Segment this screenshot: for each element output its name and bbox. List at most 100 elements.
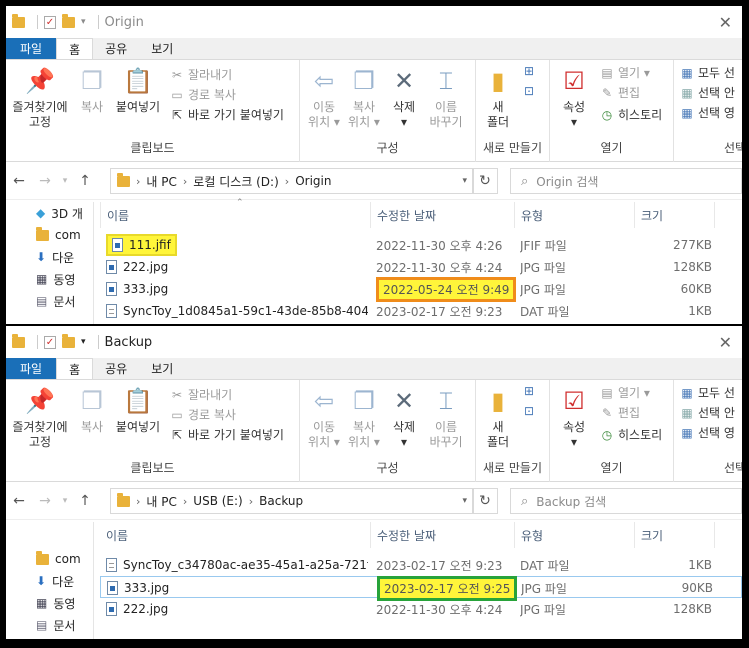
tab-home[interactable]: 홈 (56, 358, 94, 379)
tab-share[interactable]: 공유 (93, 358, 139, 379)
move-to-button[interactable]: ⇦ 이동 위치 ▾ (306, 66, 342, 130)
rename-button[interactable]: ⌶ 이름 바꾸기 (426, 386, 466, 450)
breadcrumb-item[interactable]: USB (E:) (193, 494, 242, 508)
paste-shortcut-button[interactable]: ⇱ 바로 가기 붙여넣기 (170, 426, 284, 443)
nav-item-videos[interactable]: ▦ 동영 (6, 592, 93, 614)
nav-item-user-folder[interactable]: com (6, 224, 93, 246)
new-item-button[interactable]: ⊞ (522, 64, 536, 78)
address-dropdown-icon[interactable]: ▾ (462, 496, 467, 506)
paste-button[interactable]: 📋 붙여넣기 (112, 66, 164, 115)
properties-button[interactable]: ☑ 속성 ▾ (556, 66, 592, 130)
address-bar[interactable]: › 내 PC › USB (E:) › Backup ▾ (110, 488, 474, 514)
new-folder-icon[interactable] (62, 333, 75, 348)
tab-file[interactable]: 파일 (6, 38, 57, 59)
easy-access-button[interactable]: ⊡ (522, 84, 536, 98)
file-row[interactable]: 222.jpg 2022-11-30 오후 4:24 JPG 파일 128KB (100, 256, 742, 278)
cut-button[interactable]: ✂ 잘라내기 (170, 386, 232, 403)
rename-button[interactable]: ⌶ 이름 바꾸기 (426, 66, 466, 130)
copy-button[interactable]: ❐ 복사 (74, 66, 110, 115)
breadcrumb-item[interactable]: Origin (295, 174, 331, 188)
file-row[interactable]: 222.jpg 2022-11-30 오후 4:24 JPG 파일 128KB (100, 598, 742, 620)
nav-item-user-folder[interactable]: com (6, 548, 93, 570)
nav-item-videos[interactable]: ▦ 동영 (6, 268, 93, 290)
column-header-date[interactable]: 수정한 날짜 (370, 522, 514, 548)
column-header-size[interactable]: 크기 (634, 202, 714, 228)
history-button[interactable]: ◷ 히스토리 (600, 106, 662, 123)
close-icon[interactable]: ✕ (719, 13, 732, 32)
search-input[interactable]: ⌕ Origin 검색 (510, 168, 742, 194)
forward-arrow-icon[interactable]: → (32, 173, 58, 189)
nav-item-desktop[interactable]: ▬바탕 (6, 636, 93, 639)
breadcrumb-item[interactable]: 내 PC (146, 493, 176, 510)
tab-share[interactable]: 공유 (93, 38, 139, 59)
search-input[interactable]: ⌕ Backup 검색 (510, 488, 742, 514)
pin-button[interactable]: 📌 즐겨찾기에 고정 (8, 386, 72, 450)
address-bar[interactable]: › 내 PC › 로컬 디스크 (D:) › Origin ▾ (110, 168, 474, 194)
properties-button[interactable]: ☑ 속성 ▾ (556, 386, 592, 450)
file-row[interactable]: 333.jpg 2022-05-24 오전 9:49 JPG 파일 60KB (100, 276, 742, 302)
new-item-button[interactable]: ⊞ (522, 384, 536, 398)
copy-to-button[interactable]: ❐ 복사 위치 ▾ (346, 66, 382, 130)
select-none-button[interactable]: ▦ 선택 안 (680, 84, 735, 101)
breadcrumb-item[interactable]: 내 PC (146, 173, 176, 190)
open-button[interactable]: ▤ 열기 ▾ (600, 384, 650, 401)
properties-checkbox-icon[interactable]: ✓ (44, 335, 56, 349)
new-folder-button[interactable]: ▮ 새 폴더 (482, 66, 514, 130)
copy-to-button[interactable]: ❐ 복사 위치 ▾ (346, 386, 382, 450)
chevron-down-icon[interactable]: ▾ (81, 17, 86, 27)
copy-path-button[interactable]: ▭ 경로 복사 (170, 86, 236, 103)
copy-button[interactable]: ❐ 복사 (74, 386, 110, 435)
move-to-button[interactable]: ⇦ 이동 위치 ▾ (306, 386, 342, 450)
history-button[interactable]: ◷ 히스토리 (600, 426, 662, 443)
nav-item-downloads[interactable]: ⬇ 다운 (6, 246, 93, 268)
breadcrumb-item[interactable]: 로컬 디스크 (D:) (193, 173, 278, 190)
open-button[interactable]: ▤ 열기 ▾ (600, 64, 650, 81)
invert-selection-button[interactable]: ▦ 선택 영 (680, 104, 735, 121)
column-header-date[interactable]: 수정한 날짜 (370, 202, 514, 228)
column-header-type[interactable]: 유형 (514, 522, 634, 548)
refresh-button[interactable]: ↻ (472, 488, 498, 514)
select-none-button[interactable]: ▦ 선택 안 (680, 404, 735, 421)
back-arrow-icon[interactable]: ← (6, 173, 32, 189)
breadcrumb-item[interactable]: Backup (259, 494, 303, 508)
file-row[interactable]: SyncToy_c34780ac-ae35-45a1-a25a-721f... … (100, 554, 742, 576)
up-arrow-icon[interactable]: ↑ (72, 493, 98, 509)
file-row-selected[interactable]: 333.jpg 2023-02-17 오전 9:25 JPG 파일 90KB (100, 575, 742, 601)
refresh-button[interactable]: ↻ (472, 168, 498, 194)
up-arrow-icon[interactable]: ↑ (72, 173, 98, 189)
nav-item-documents[interactable]: ▤ 문서 (6, 614, 93, 636)
column-header-name[interactable]: 이름 (100, 202, 370, 228)
pin-button[interactable]: 📌 즐겨찾기에 고정 (8, 66, 72, 130)
copy-path-button[interactable]: ▭ 경로 복사 (170, 406, 236, 423)
edit-button[interactable]: ✎ 편집 (600, 404, 640, 421)
paste-button[interactable]: 📋 붙여넣기 (112, 386, 164, 435)
select-all-button[interactable]: ▦ 모두 선 (680, 384, 735, 401)
new-folder-button[interactable]: ▮ 새 폴더 (482, 386, 514, 450)
close-icon[interactable]: ✕ (719, 333, 732, 352)
column-header-type[interactable]: 유형 (514, 202, 634, 228)
edit-button[interactable]: ✎ 편집 (600, 84, 640, 101)
nav-item-3d-objects[interactable]: ◆ 3D 개 (6, 202, 93, 224)
tab-home[interactable]: 홈 (56, 38, 94, 59)
cut-button[interactable]: ✂ 잘라내기 (170, 66, 232, 83)
column-header-name[interactable]: 이름 (100, 522, 370, 548)
recent-chevron-icon[interactable]: ▾ (58, 496, 72, 506)
tab-view[interactable]: 보기 (139, 38, 185, 59)
column-header-size[interactable]: 크기 (634, 522, 714, 548)
select-all-button[interactable]: ▦ 모두 선 (680, 64, 735, 81)
delete-button[interactable]: ✕ 삭제 ▾ (388, 66, 420, 130)
forward-arrow-icon[interactable]: → (32, 493, 58, 509)
tab-view[interactable]: 보기 (139, 358, 185, 379)
file-row[interactable]: 111.jfif 2022-11-30 오후 4:26 JFIF 파일 277K… (100, 234, 742, 256)
properties-checkbox-icon[interactable]: ✓ (44, 15, 56, 29)
easy-access-button[interactable]: ⊡ (522, 404, 536, 418)
file-row[interactable]: SyncToy_1d0845a1-59c1-43de-85b8-404... 2… (100, 300, 742, 322)
invert-selection-button[interactable]: ▦ 선택 영 (680, 424, 735, 441)
back-arrow-icon[interactable]: ← (6, 493, 32, 509)
chevron-down-icon[interactable]: ▾ (81, 337, 86, 347)
new-folder-icon[interactable] (62, 13, 75, 28)
tab-file[interactable]: 파일 (6, 358, 57, 379)
nav-item-downloads[interactable]: ⬇ 다운 (6, 570, 93, 592)
recent-chevron-icon[interactable]: ▾ (58, 176, 72, 186)
delete-button[interactable]: ✕ 삭제 ▾ (388, 386, 420, 450)
